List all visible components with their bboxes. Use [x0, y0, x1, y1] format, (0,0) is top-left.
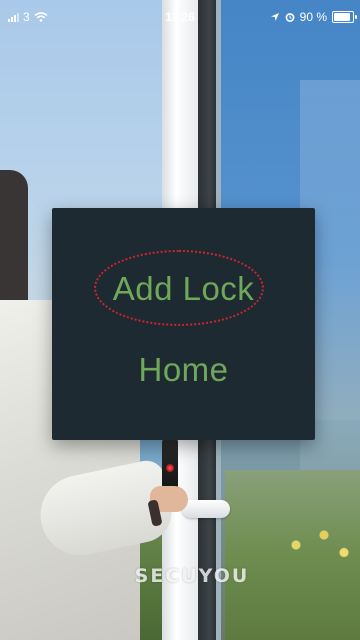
battery-percent: 90 %	[299, 10, 327, 24]
door-handle	[182, 500, 230, 518]
location-arrow-icon	[270, 13, 279, 21]
home-menu-item[interactable]: Home	[52, 351, 315, 389]
yellow-flowers	[280, 520, 360, 570]
app-screen: 3 11.26 90 % Add Lock Home SECUYOU	[0, 0, 360, 640]
brand-watermark: SECUYOU	[134, 565, 250, 587]
status-right: 90 %	[270, 10, 357, 24]
alarm-icon	[285, 13, 295, 22]
battery-fill	[334, 13, 350, 21]
add-lock-menu-item[interactable]: Add Lock	[52, 270, 315, 308]
battery-icon	[332, 11, 357, 23]
status-bar: 3 11.26 90 %	[0, 0, 360, 34]
lock-led	[166, 464, 174, 472]
menu-panel: Add Lock Home	[52, 208, 315, 440]
